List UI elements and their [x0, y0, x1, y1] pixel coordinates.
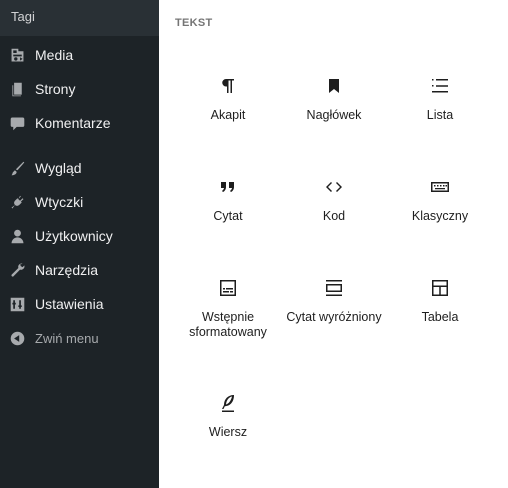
block-label: Wiersz: [208, 425, 248, 439]
block-classic[interactable]: Klasyczny: [385, 175, 495, 265]
sidebar-item-pages[interactable]: Strony: [0, 74, 159, 104]
sidebar-item-tags[interactable]: Tagi: [0, 0, 159, 36]
sidebar-item-label: Użytkownicy: [35, 228, 113, 244]
block-label: Kod: [322, 209, 346, 223]
section-title: TEKST: [175, 17, 213, 29]
block-label: Tabela: [421, 310, 459, 324]
plugins-icon: [8, 193, 26, 211]
sidebar-item-media[interactable]: Media: [0, 40, 159, 70]
block-quote[interactable]: Cytat: [173, 175, 283, 265]
block-label: Akapit: [210, 108, 246, 122]
pages-icon: [8, 80, 26, 98]
collapse-menu-label: Zwiń menu: [35, 330, 99, 346]
table-icon: [428, 276, 452, 300]
block-pullquote[interactable]: Cytat wyróżniony: [279, 276, 389, 366]
verse-feather-icon: [216, 391, 240, 415]
block-list[interactable]: Lista: [385, 74, 495, 164]
keyboard-icon: [428, 175, 452, 199]
appearance-brush-icon: [8, 159, 26, 177]
sidebar-item-label: Strony: [35, 81, 76, 97]
collapse-menu-button[interactable]: Zwiń menu: [0, 323, 159, 353]
block-label: Lista: [426, 108, 454, 122]
sidebar-item-label: Ustawienia: [35, 296, 104, 312]
paragraph-icon: [216, 74, 240, 98]
quote-icon: [216, 175, 240, 199]
block-label: Klasyczny: [411, 209, 469, 223]
block-preformatted[interactable]: Wstępnie sformatowany: [173, 276, 283, 366]
block-verse[interactable]: Wiersz: [173, 391, 283, 481]
block-inserter-panel: TEKST Akapit Nagłówek Lista Cytat Kod Kl…: [159, 0, 508, 488]
preformatted-icon: [216, 276, 240, 300]
sidebar-item-label: Komentarze: [35, 115, 111, 131]
sidebar-item-users[interactable]: Użytkownicy: [0, 221, 159, 251]
block-label: Nagłówek: [306, 108, 362, 122]
sidebar-item-comments[interactable]: Komentarze: [0, 108, 159, 138]
sidebar-item-appearance[interactable]: Wygląd: [0, 153, 159, 183]
sidebar-item-tools[interactable]: Narzędzia: [0, 255, 159, 285]
list-icon: [428, 74, 452, 98]
block-label: Wstępnie sformatowany: [189, 310, 267, 339]
tools-wrench-icon: [8, 261, 26, 279]
sidebar-item-label: Media: [35, 47, 74, 63]
sidebar-item-label: Wygląd: [35, 160, 82, 176]
block-heading[interactable]: Nagłówek: [279, 74, 389, 164]
comments-icon: [8, 114, 26, 132]
block-paragraph[interactable]: Akapit: [173, 74, 283, 164]
heading-bookmark-icon: [322, 74, 346, 98]
block-code[interactable]: Kod: [279, 175, 389, 265]
media-icon: [8, 46, 26, 64]
settings-sliders-icon: [8, 295, 26, 313]
collapse-arrow-icon: [8, 329, 26, 347]
sidebar-item-label: Narzędzia: [35, 262, 99, 278]
code-icon: [322, 175, 346, 199]
sidebar-item-plugins[interactable]: Wtyczki: [0, 187, 159, 217]
sidebar-item-label: Wtyczki: [35, 194, 84, 210]
block-label: Cytat: [213, 209, 243, 223]
block-table[interactable]: Tabela: [385, 276, 495, 366]
sidebar-item-settings[interactable]: Ustawienia: [0, 289, 159, 319]
users-icon: [8, 227, 26, 245]
admin-sidebar: Tagi Media Strony Komentarze Wygląd Wtyc…: [0, 0, 159, 488]
block-label: Cytat wyróżniony: [286, 310, 382, 324]
pullquote-icon: [322, 276, 346, 300]
